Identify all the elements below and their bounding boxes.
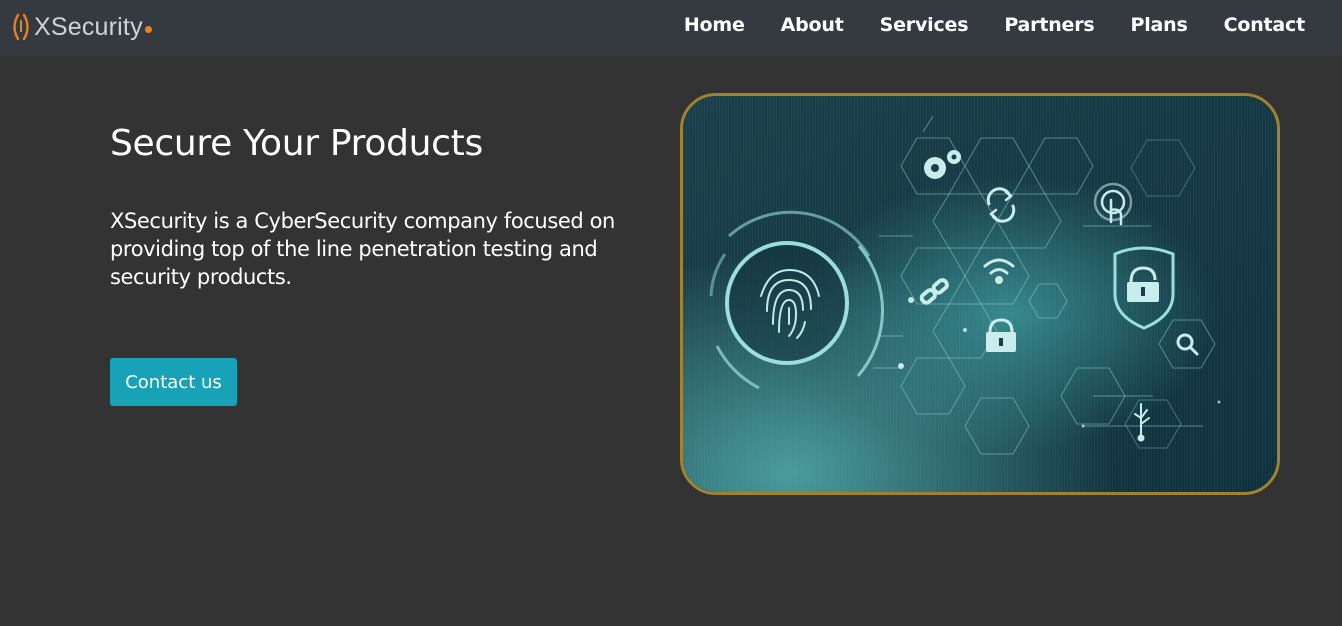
- brand-dot-icon: [144, 25, 152, 33]
- brand-name: XSecurity: [34, 12, 143, 41]
- hero-description: XSecurity is a CyberSecurity company foc…: [110, 209, 615, 289]
- nav-home-link[interactable]: Home: [684, 14, 745, 36]
- navbar: XSecurity Home About Services Partners P…: [0, 0, 1342, 56]
- nav-plans-link[interactable]: Plans: [1131, 14, 1188, 36]
- brand-logo[interactable]: XSecurity: [10, 8, 152, 46]
- cybersecurity-illustration: [683, 96, 1277, 492]
- nav-services-link[interactable]: Services: [880, 14, 969, 36]
- nav-contact-link[interactable]: Contact: [1224, 14, 1306, 36]
- nav-partners-link[interactable]: Partners: [1004, 14, 1094, 36]
- logo-mark-icon: [13, 13, 29, 41]
- nav-about-link[interactable]: About: [781, 14, 844, 36]
- contact-us-button[interactable]: Contact us: [110, 358, 237, 406]
- hero-image: [680, 93, 1280, 495]
- main-nav: Home About Services Partners Plans Conta…: [684, 0, 1305, 50]
- hero-title: Secure Your Products: [110, 123, 483, 164]
